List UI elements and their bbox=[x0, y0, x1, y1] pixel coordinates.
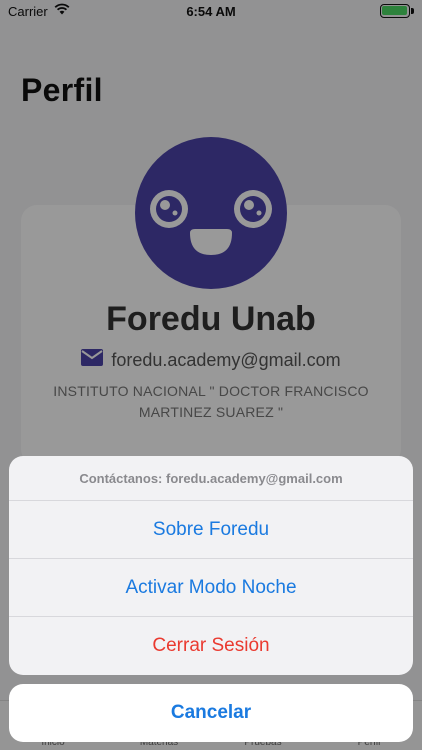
night-mode-button[interactable]: Activar Modo Noche bbox=[9, 559, 413, 617]
logout-button[interactable]: Cerrar Sesión bbox=[9, 617, 413, 675]
action-sheet-title: Contáctanos: foredu.academy@gmail.com bbox=[9, 456, 413, 501]
cancel-button[interactable]: Cancelar bbox=[9, 684, 413, 742]
action-sheet: Contáctanos: foredu.academy@gmail.com So… bbox=[9, 456, 413, 675]
about-foredu-button[interactable]: Sobre Foredu bbox=[9, 501, 413, 559]
